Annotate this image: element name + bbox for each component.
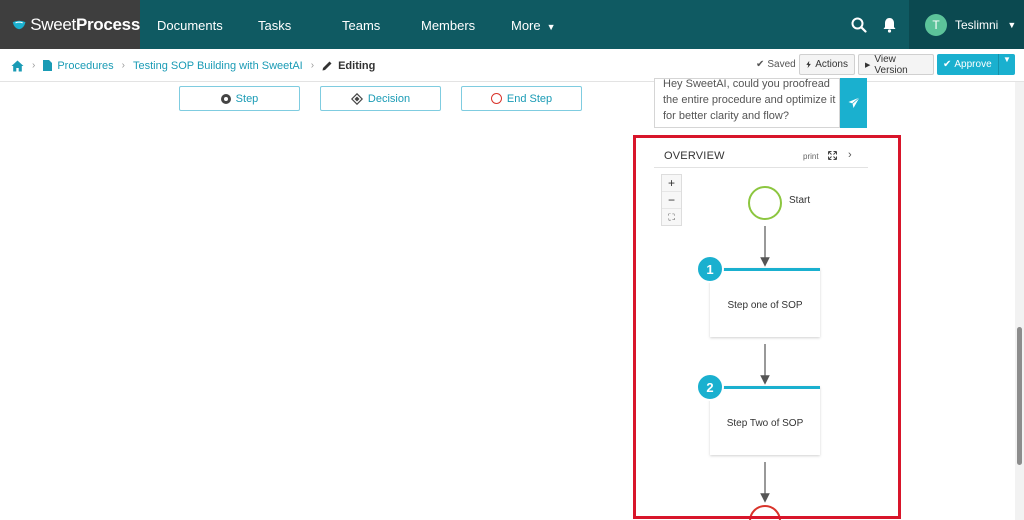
brand-name: SweetProcess (30, 14, 140, 34)
chevron-right-icon: › (310, 60, 315, 71)
scrollbar-thumb[interactable] (1017, 327, 1022, 465)
search-icon[interactable] (851, 17, 867, 33)
saved-label: Saved (767, 59, 796, 70)
start-node[interactable] (748, 186, 782, 220)
step-node[interactable]: Step Two of SOP 2 (696, 373, 820, 455)
caret-right-icon: ▶ (865, 61, 871, 69)
breadcrumb-document[interactable]: Testing SOP Building with SweetAI (133, 60, 303, 72)
sweetai-prompt-input[interactable]: Hey SweetAI, could you proofread the ent… (654, 78, 840, 128)
overview-panel: OVERVIEW print › + − ⛶ Start Step one of… (654, 143, 868, 520)
breadcrumb: › Procedures › Testing SOP Building with… (11, 49, 375, 82)
check-icon: ✔ (756, 59, 765, 70)
check-icon: ✔ (943, 59, 952, 70)
end-node[interactable] (749, 505, 781, 520)
end-step-label: End Step (506, 92, 553, 105)
pencil-icon (322, 61, 332, 71)
chevron-right-icon: › (32, 60, 36, 71)
send-icon (848, 97, 860, 108)
nav-more-label: More (511, 18, 541, 33)
chevron-down-icon: ▼ (1007, 19, 1017, 30)
sweetprocess-logo-icon (12, 20, 26, 29)
approve-label: Approve (954, 59, 992, 70)
brand-logo[interactable]: SweetProcess (0, 0, 140, 49)
nav-documents[interactable]: Documents (157, 0, 223, 49)
chevron-down-icon: ▼ (546, 22, 556, 32)
user-name: Teslimni (955, 17, 999, 32)
start-label: Start (789, 195, 810, 206)
lightning-icon (806, 60, 811, 69)
nav-more[interactable]: More ▼ (511, 0, 556, 49)
actions-label: Actions (815, 59, 848, 70)
step-label: Step (235, 92, 259, 105)
end-step-icon (490, 93, 502, 104)
home-icon[interactable] (11, 60, 24, 72)
decision-icon (350, 92, 363, 105)
add-step-button[interactable]: Step (179, 86, 300, 111)
saved-status: ✔ Saved (756, 54, 796, 75)
breadcrumb-procedures[interactable]: Procedures (57, 60, 113, 72)
step-label: Step one of SOP (727, 300, 802, 311)
decision-label: Decision (367, 92, 411, 105)
step-label: Step Two of SOP (727, 418, 804, 429)
breadcrumb-bar: › Procedures › Testing SOP Building with… (0, 49, 1024, 82)
nav-tasks[interactable]: Tasks (258, 0, 291, 49)
approve-button[interactable]: ✔ Approve ▼ (937, 54, 1015, 75)
document-icon (43, 60, 53, 71)
view-version-button[interactable]: ▶ View Version (858, 53, 934, 76)
flowchart: Start Step one of SOP 1 Step Two of SOP … (696, 186, 820, 520)
top-navbar: SweetProcess Documents Tasks Teams Membe… (0, 0, 1024, 49)
button-divider (998, 54, 999, 75)
avatar: T (925, 13, 947, 36)
breadcrumb-current: Editing (338, 59, 376, 72)
nav-teams[interactable]: Teams (342, 0, 380, 49)
sweetai-prompt-text: Hey SweetAI, could you proofread the ent… (663, 78, 836, 122)
user-menu[interactable]: T Teslimni ▼ (909, 0, 1024, 49)
view-version-label: View Version (874, 53, 908, 76)
chevron-down-icon[interactable]: ▼ (1003, 55, 1011, 64)
step-number: 1 (706, 262, 713, 277)
add-decision-button[interactable]: Decision (320, 86, 441, 111)
chevron-right-icon: › (121, 60, 125, 71)
step-node[interactable]: Step one of SOP 1 (696, 255, 820, 337)
add-end-step-button[interactable]: End Step (461, 86, 582, 111)
step-icon (220, 93, 231, 104)
step-number: 2 (706, 380, 713, 395)
nav-members[interactable]: Members (421, 0, 475, 49)
actions-button[interactable]: Actions (799, 54, 855, 75)
bell-icon[interactable] (882, 17, 897, 33)
send-button[interactable] (840, 78, 867, 128)
